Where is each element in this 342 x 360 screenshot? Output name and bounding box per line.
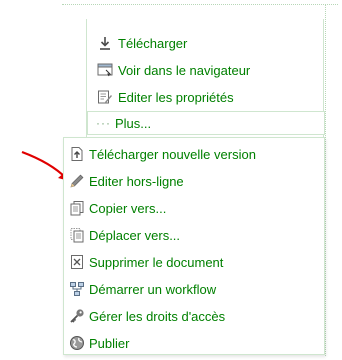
menu-item-label: Editer hors-ligne bbox=[89, 173, 184, 189]
menu-item-move-to[interactable]: Déplacer vers... bbox=[64, 223, 324, 247]
menu-item-label: Gérer les droits d'accès bbox=[89, 308, 226, 324]
menu-item-label: Démarrer un workflow bbox=[89, 281, 217, 297]
upload-new-version-icon bbox=[69, 146, 85, 162]
menu-item-upload-new-version[interactable]: Télécharger nouvelle version bbox=[64, 142, 324, 166]
download-icon bbox=[97, 35, 113, 51]
menu-item-label: Publier bbox=[89, 335, 130, 351]
menu-item-label: Supprimer le document bbox=[89, 254, 224, 270]
delete-document-icon bbox=[69, 254, 85, 270]
menu-item-label: Déplacer vers... bbox=[89, 227, 181, 243]
menu-item-start-workflow[interactable]: Démarrer un workflow bbox=[64, 277, 324, 301]
view-in-browser-label: Voir dans le navigateur bbox=[118, 62, 251, 78]
menu-item-delete-document[interactable]: Supprimer le document bbox=[64, 250, 324, 274]
edit-properties-icon bbox=[97, 89, 113, 105]
more-actions-label: Plus... bbox=[115, 115, 152, 131]
pencil-icon bbox=[69, 173, 85, 189]
menu-item-label: Copier vers... bbox=[89, 200, 167, 216]
workflow-icon bbox=[69, 281, 85, 297]
more-actions-menu: Télécharger nouvelle version Editer hors… bbox=[63, 137, 325, 355]
guide-line-right bbox=[325, 4, 326, 356]
key-icon bbox=[69, 308, 85, 324]
publish-icon bbox=[69, 335, 85, 351]
ellipsis-icon: ··· bbox=[96, 116, 111, 130]
menu-item-copy-to[interactable]: Copier vers... bbox=[64, 196, 324, 220]
menu-item-edit-offline[interactable]: Editer hors-ligne bbox=[64, 169, 324, 193]
guide-line-top bbox=[62, 4, 338, 5]
download-action[interactable]: Télécharger bbox=[97, 33, 187, 53]
edit-properties-label: Editer les propriétés bbox=[118, 89, 234, 105]
move-icon bbox=[69, 227, 85, 243]
more-actions-button[interactable]: ··· Plus... bbox=[87, 111, 325, 135]
copy-icon bbox=[69, 200, 85, 216]
menu-item-label: Télécharger nouvelle version bbox=[89, 146, 256, 162]
download-label: Télécharger bbox=[118, 35, 188, 51]
menu-item-manage-permissions[interactable]: Gérer les droits d'accès bbox=[64, 304, 324, 328]
menu-item-publish[interactable]: Publier bbox=[64, 331, 324, 355]
browser-window-icon bbox=[97, 62, 113, 78]
view-in-browser-action[interactable]: Voir dans le navigateur bbox=[97, 60, 250, 80]
edit-properties-action[interactable]: Editer les propriétés bbox=[97, 87, 234, 107]
